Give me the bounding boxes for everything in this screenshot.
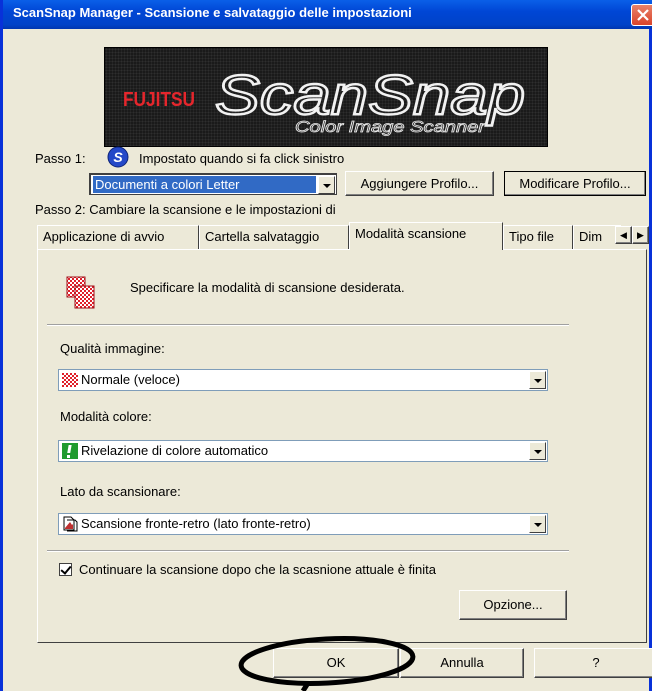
step1-hint: Impostato quando si fa click sinistro — [139, 151, 345, 166]
scan-side-label: Lato da scansionare: — [60, 484, 181, 499]
tab-scroll-right-button[interactable]: ▶ — [632, 226, 649, 244]
auto-color-icon — [62, 443, 78, 459]
quality-checker-icon — [62, 373, 78, 387]
tab-applicazione-avvio[interactable]: Applicazione di avvio — [37, 225, 199, 249]
duplex-page-icon — [63, 516, 78, 532]
color-mode-value: Rivelazione di colore automatico — [81, 443, 269, 458]
profile-value: Documenti a colori Letter — [93, 176, 316, 193]
step2-label: Passo 2: Cambiare la scansione e le impo… — [35, 202, 336, 217]
scan-mode-icon — [66, 276, 95, 309]
tab-modalita-scansione[interactable]: Modalità scansione — [349, 222, 503, 250]
chevron-down-icon[interactable] — [529, 515, 546, 533]
scansnap-logo: FUJITSU ScanSnap Color Image Scanner — [104, 47, 548, 147]
logo-tagline: Color Image Scanner — [295, 119, 486, 136]
fujitsu-brand: FUJITSU — [123, 89, 195, 111]
continue-scan-label: Continuare la scansione dopo che la scas… — [79, 562, 437, 577]
separator — [47, 324, 569, 326]
cancel-button[interactable]: Annulla — [400, 648, 524, 678]
chevron-down-icon[interactable] — [529, 442, 546, 460]
scan-side-select[interactable]: Scansione fronte-retro (lato fronte-retr… — [58, 513, 548, 535]
window-title: ScanSnap Manager - Scansione e salvatagg… — [13, 5, 412, 20]
tab-cartella-salvataggio[interactable]: Cartella salvataggio — [199, 225, 349, 249]
title-bar[interactable]: ScanSnap Manager - Scansione e salvatagg… — [3, 0, 652, 29]
image-quality-value: Normale (veloce) — [81, 372, 180, 387]
svg-text:S: S — [113, 149, 123, 165]
add-profile-button[interactable]: Aggiungere Profilo... — [345, 171, 494, 196]
scansnap-s-icon: S — [107, 146, 129, 168]
arrow-right-icon: ▶ — [637, 230, 644, 240]
tab-tipo-file[interactable]: Tipo file — [503, 225, 573, 249]
color-mode-label: Modalità colore: — [60, 409, 152, 424]
continue-scan-checkbox[interactable] — [59, 563, 72, 576]
close-icon — [637, 9, 649, 21]
close-button[interactable] — [631, 4, 652, 26]
tab-dim[interactable]: Dim — [573, 225, 621, 249]
chevron-down-icon[interactable] — [529, 371, 546, 389]
profile-select[interactable]: Documenti a colori Letter — [89, 173, 337, 195]
color-mode-select[interactable]: Rivelazione di colore automatico — [58, 440, 548, 462]
panel-description: Specificare la modalità di scansione des… — [130, 280, 405, 295]
scansnap-wordmark: ScanSnap — [215, 63, 525, 126]
arrow-left-icon: ◀ — [620, 230, 627, 240]
tab-scroll-left-button[interactable]: ◀ — [615, 226, 632, 244]
image-quality-select[interactable]: Normale (veloce) — [58, 369, 548, 391]
option-button[interactable]: Opzione... — [459, 590, 567, 620]
edit-profile-button[interactable]: Modificare Profilo... — [504, 171, 646, 196]
step1-label: Passo 1: — [35, 151, 86, 166]
help-button[interactable]: ? — [534, 648, 652, 678]
ok-button[interactable]: OK — [273, 648, 399, 678]
separator — [47, 550, 569, 552]
scansnap-manager-window: ScanSnap Manager - Scansione e salvatagg… — [0, 0, 652, 691]
scan-side-value: Scansione fronte-retro (lato fronte-retr… — [81, 516, 311, 531]
image-quality-label: Qualità immagine: — [60, 341, 165, 356]
chevron-down-icon[interactable] — [318, 176, 335, 194]
